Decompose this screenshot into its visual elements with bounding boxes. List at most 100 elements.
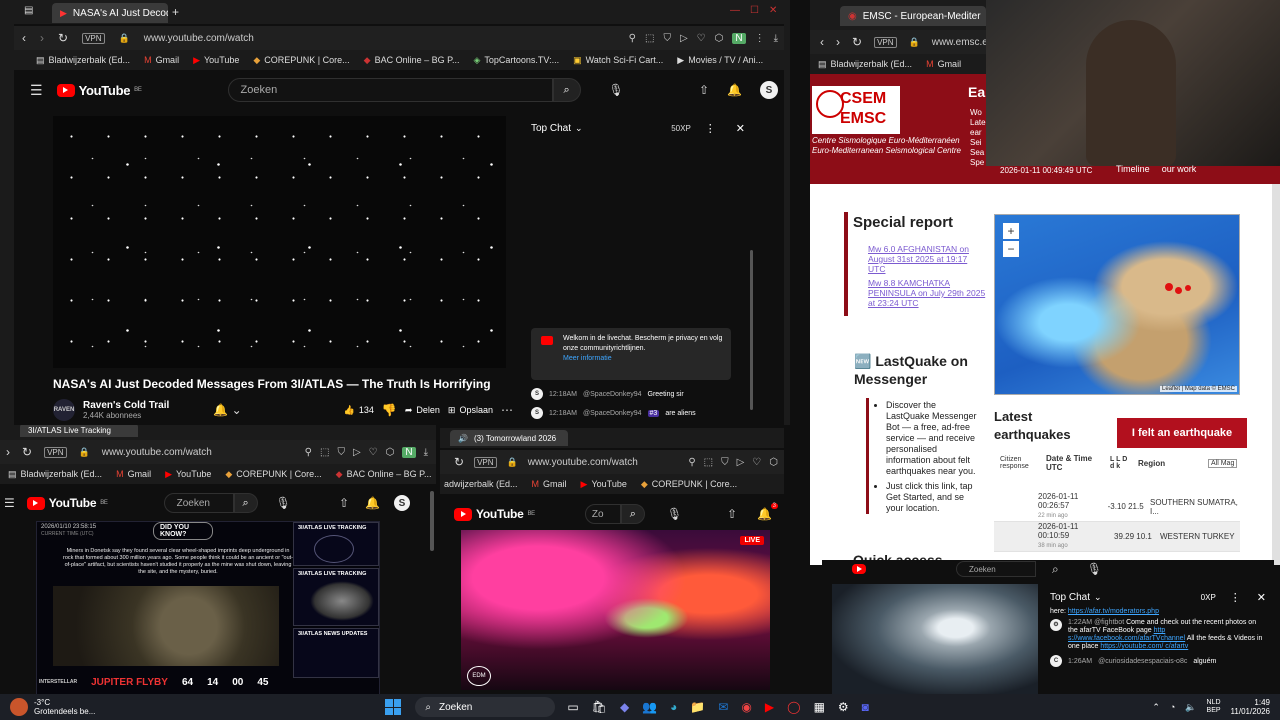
quake-marker[interactable]: [1185, 285, 1191, 291]
bookmark-item[interactable]: ▶ YouTube: [165, 469, 211, 480]
mic-icon[interactable]: 🎙: [667, 507, 682, 521]
people-icon[interactable]: 👥: [642, 700, 657, 714]
weather-widget[interactable]: -3°C Grotendeels be...: [10, 698, 95, 716]
bookmark-item[interactable]: ▶ YouTube: [193, 55, 239, 66]
start-icon[interactable]: [385, 699, 402, 715]
mic-icon[interactable]: 🎙: [1087, 562, 1102, 576]
channel-name[interactable]: Raven's Cold Trail: [83, 400, 169, 411]
menu-dots-icon[interactable]: ⋮: [755, 33, 765, 44]
message-user[interactable]: @SpaceDonkey94: [583, 410, 641, 417]
vpn-badge[interactable]: VPN: [44, 446, 67, 458]
notifications-icon[interactable]: 🔔: [365, 496, 380, 510]
extensions-icon[interactable]: ⬡: [386, 447, 395, 458]
chrome-icon[interactable]: ◉: [741, 700, 751, 714]
close-window-icon[interactable]: ✕: [769, 5, 777, 16]
hamburger-icon[interactable]: ☰: [4, 496, 15, 510]
youtube-logo[interactable]: [852, 564, 866, 574]
more-info-link[interactable]: Meer informatie: [563, 355, 612, 362]
subscribe-bell-icon[interactable]: 🔔 ⌄: [213, 403, 241, 417]
teams-icon[interactable]: ◆: [620, 700, 629, 714]
mic-icon[interactable]: 🎙: [276, 496, 291, 510]
back-icon[interactable]: ‹: [22, 31, 26, 45]
url-field[interactable]: www.youtube.com/watch: [144, 33, 254, 44]
bookmark-item[interactable]: ▤ Bladwijzerbalk (Ed...: [36, 55, 130, 66]
chat-menu-icon[interactable]: ⋮: [1230, 591, 1241, 604]
back-icon[interactable]: ‹: [820, 35, 824, 49]
tab-active[interactable]: 🔊 (3) Tomorrowland 2026: [450, 430, 568, 446]
bookmark-item[interactable]: M Gmail: [116, 469, 151, 479]
download-icon[interactable]: ⤓: [424, 447, 428, 458]
more-icon[interactable]: ⋯: [501, 403, 513, 417]
video-player[interactable]: [53, 116, 506, 368]
profile-icon[interactable]: N: [402, 446, 416, 458]
special-report-link[interactable]: Mw 6.0 AFGHANISTAN on August 31st 2025 a…: [868, 244, 986, 274]
new-tab-icon[interactable]: +: [172, 5, 179, 19]
chat-close-icon[interactable]: ✕: [736, 122, 745, 135]
shield-icon[interactable]: ⛉: [721, 457, 729, 468]
window-menu-icon[interactable]: ▤: [24, 5, 33, 16]
extensions-icon[interactable]: ⬡: [769, 457, 778, 468]
bookmark-item[interactable]: M Gmail: [532, 479, 567, 489]
audio-icon[interactable]: 🔊: [458, 434, 468, 443]
like-button[interactable]: 👍 134: [344, 405, 374, 416]
search-input[interactable]: Zo: [584, 504, 621, 524]
bookmark-item[interactable]: ▶ Movies / TV / Ani...: [677, 55, 763, 66]
opera-icon[interactable]: ◯: [787, 700, 800, 714]
pin-icon[interactable]: ⚲: [629, 33, 636, 44]
shield-icon[interactable]: ⛉: [663, 33, 671, 44]
youtube-logo[interactable]: YouTube BE: [26, 496, 108, 510]
search-button[interactable]: ⌕: [552, 78, 581, 102]
channel-avatar[interactable]: RAVEN: [53, 399, 75, 421]
extensions-icon[interactable]: ⬡: [715, 33, 724, 44]
language-indicator[interactable]: NLD BEP: [1207, 699, 1221, 715]
message-user[interactable]: @fightbot: [1094, 619, 1124, 626]
emsc-logo[interactable]: CSEM EMSC: [812, 86, 900, 134]
search-input[interactable]: Zoeken: [227, 78, 553, 102]
search-icon[interactable]: ⌕: [1052, 562, 1059, 577]
play-icon[interactable]: ▷: [353, 447, 361, 458]
earth-video[interactable]: [832, 584, 1038, 694]
forward-icon[interactable]: ›: [836, 35, 840, 49]
edge-icon[interactable]: ◕: [670, 700, 677, 714]
forward-icon[interactable]: ›: [6, 445, 10, 459]
table-row[interactable]: 2026-01-11 00:26:57 22 min ago -3.10 21.5 …: [994, 492, 1240, 522]
bookmark-item[interactable]: ▤ Bladwijzerbalk (Ed...: [8, 469, 102, 480]
task-view-icon[interactable]: ▭: [567, 700, 578, 714]
message-user[interactable]: @SpaceDonkey94: [583, 391, 641, 398]
bookmark-item[interactable]: ◆ COREPUNK | Core...: [225, 469, 321, 480]
quake-marker[interactable]: [1175, 287, 1182, 294]
zoom-in-button[interactable]: +: [1003, 223, 1019, 239]
zoom-out-button[interactable]: −: [1003, 241, 1019, 257]
pinned-link[interactable]: https://afar.tv/moderators.php: [1068, 608, 1159, 615]
tab-active[interactable]: ▶ NASA's AI Just Decoded ✕: [52, 3, 168, 23]
chevron-down-icon[interactable]: ⌄: [575, 123, 583, 134]
bookmark-item[interactable]: ▣ Watch Sci-Fi Cart...: [573, 55, 663, 66]
dislike-icon[interactable]: 👎: [382, 403, 397, 417]
tray-chevron-icon[interactable]: ⌃: [1152, 702, 1160, 713]
mic-icon[interactable]: 🎙: [609, 83, 624, 97]
upload-icon[interactable]: ⇧: [699, 83, 709, 97]
pin-icon[interactable]: ⚲: [688, 457, 695, 468]
snapshot-icon[interactable]: ⬚: [320, 447, 329, 458]
wifi-icon[interactable]: ◔: [1170, 702, 1175, 712]
notifications-icon[interactable]: 🔔: [727, 83, 742, 97]
search-button[interactable]: ⌕: [620, 504, 645, 524]
chat-mode-selector[interactable]: Top Chat: [1050, 592, 1090, 603]
magnitude-select[interactable]: All Mag: [1208, 458, 1238, 468]
discord-icon[interactable]: ◙: [862, 700, 869, 714]
bookmark-item[interactable]: ▤ Bladwijzerbalk (Ed...: [818, 59, 912, 70]
page-scrollbar[interactable]: [1272, 184, 1280, 565]
bookmark-item[interactable]: M Gmail: [144, 55, 179, 65]
heart-icon[interactable]: ♡: [697, 33, 706, 44]
chat-close-icon[interactable]: ✕: [1257, 591, 1266, 604]
bookmark-item[interactable]: ◈ TopCartoons.TV:...: [473, 55, 559, 66]
store-icon[interactable]: 🛍: [592, 700, 607, 714]
chat-menu-icon[interactable]: ⋮: [705, 122, 716, 135]
snapshot-icon[interactable]: ⬚: [704, 457, 713, 468]
chat-scrollbar[interactable]: [750, 250, 753, 410]
youtube-logo[interactable]: YouTube BE: [56, 83, 142, 98]
calculator-icon[interactable]: ▦: [814, 700, 825, 714]
download-icon[interactable]: ⤓: [774, 33, 778, 44]
chat-mode-selector[interactable]: Top Chat: [531, 123, 571, 134]
bookmark-item[interactable]: adwijzerbalk (Ed...: [444, 479, 518, 489]
